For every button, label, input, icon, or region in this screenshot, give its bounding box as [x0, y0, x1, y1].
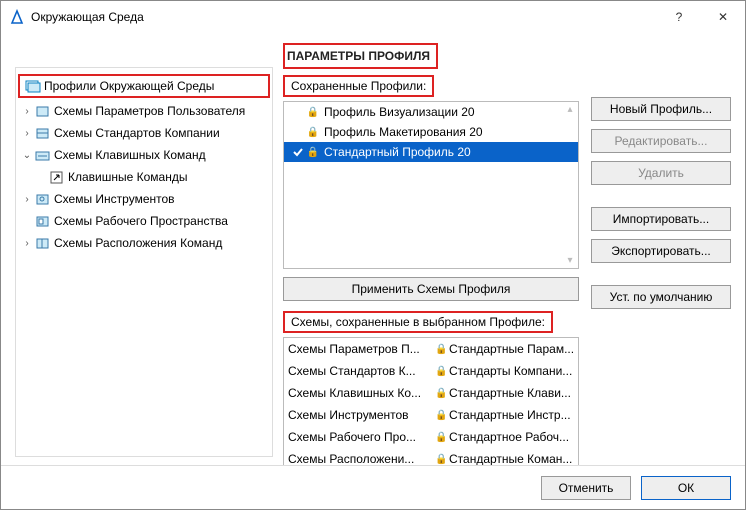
tree-header-profiles[interactable]: Профили Окружающей Среды — [18, 74, 270, 98]
profile-label: Стандартный Профиль 20 — [320, 145, 471, 159]
tree-item-label: Схемы Расположения Команд — [52, 236, 222, 250]
edit-profile-button: Редактировать... — [591, 129, 731, 153]
saved-profiles-list[interactable]: 🔒Профиль Визуализации 20🔒Профиль Макетир… — [283, 101, 579, 269]
tree-item-label: Схемы Рабочего Пространства — [52, 214, 228, 228]
scheme-category[interactable]: Схемы Клавишных Ко... — [284, 382, 431, 404]
saved-profiles-label: Сохраненные Профили: — [283, 75, 434, 97]
tree-item[interactable]: › Схемы Параметров Пользователя — [16, 100, 272, 122]
profile-action-buttons: Новый Профиль... Редактировать... Удалит… — [591, 75, 731, 465]
profile-label: Профиль Визуализации 20 — [320, 105, 475, 119]
set-default-button[interactable]: Уст. по умолчанию — [591, 285, 731, 309]
lock-icon: 🔒 — [435, 366, 447, 377]
section-title: ПАРАМЕТРЫ ПРОФИЛЯ — [283, 43, 438, 69]
lock-icon: 🔒 — [306, 147, 320, 158]
scrollbar[interactable]: ▴▾ — [564, 104, 576, 266]
workspace-icon — [34, 213, 52, 229]
tree-item-label: Схемы Параметров Пользователя — [52, 104, 245, 118]
lock-icon: 🔒 — [306, 107, 320, 118]
expand-toggle[interactable]: ⌄ — [20, 150, 34, 161]
lock-icon: 🔒 — [435, 432, 447, 443]
scheme-value[interactable]: 🔒Стандартные Клави... — [431, 382, 578, 404]
tree-item[interactable]: › Схемы Расположения Команд — [16, 232, 272, 254]
app-icon — [9, 9, 25, 25]
scheme-value[interactable]: 🔒Стандартное Рабоч... — [431, 426, 578, 448]
scheme-value[interactable]: 🔒Стандартные Коман... — [431, 448, 578, 465]
tree-header-label: Профили Окружающей Среды — [42, 79, 214, 93]
scheme-value[interactable]: 🔒Стандартные Инстр... — [431, 404, 578, 426]
expand-toggle[interactable]: › — [20, 128, 34, 139]
new-profile-button[interactable]: Новый Профиль... — [591, 97, 731, 121]
lock-icon: 🔒 — [306, 127, 320, 138]
expand-toggle[interactable]: › — [20, 106, 34, 117]
tree-item[interactable]: Схемы Рабочего Пространства — [16, 210, 272, 232]
schemes-list[interactable]: Схемы Параметров П...🔒Стандартные Парам.… — [283, 337, 579, 465]
tree-item-label: Схемы Инструментов — [52, 192, 175, 206]
layout-icon — [34, 235, 52, 251]
scheme-category[interactable]: Схемы Рабочего Про... — [284, 426, 431, 448]
tree-item[interactable]: › Схемы Инструментов — [16, 188, 272, 210]
import-profile-button[interactable]: Импортировать... — [591, 207, 731, 231]
scheme-category[interactable]: Схемы Расположени... — [284, 448, 431, 465]
profile-label: Профиль Макетирования 20 — [320, 125, 483, 139]
tree-item-label: Клавишные Команды — [66, 170, 187, 184]
keyboard-icon — [34, 147, 52, 163]
apply-schemes-button[interactable]: Применить Схемы Профиля — [283, 277, 579, 301]
dialog-window: Окружающая Среда ? ✕ Профили Окружающей … — [0, 0, 746, 510]
tree-item-label: Схемы Стандартов Компании — [52, 126, 220, 140]
tree-item[interactable]: ⌄ Схемы Клавишных Команд — [16, 144, 272, 166]
export-profile-button[interactable]: Экспортировать... — [591, 239, 731, 263]
scheme-category[interactable]: Схемы Инструментов — [284, 404, 431, 426]
window-title: Окружающая Среда — [31, 10, 657, 24]
close-button[interactable]: ✕ — [701, 1, 745, 33]
check-icon — [290, 146, 306, 158]
shortcut-icon — [48, 169, 66, 185]
cancel-button[interactable]: Отменить — [541, 476, 631, 500]
scheme-value[interactable]: 🔒Стандарты Компани... — [431, 360, 578, 382]
scheme-category[interactable]: Схемы Стандартов К... — [284, 360, 431, 382]
tree-item[interactable]: › Схемы Стандартов Компании — [16, 122, 272, 144]
scheme-category[interactable]: Схемы Параметров П... — [284, 338, 431, 360]
tree-item-label: Схемы Клавишных Команд — [52, 148, 206, 162]
profile-row[interactable]: 🔒Профиль Визуализации 20 — [284, 102, 578, 122]
expand-toggle[interactable]: › — [20, 194, 34, 205]
dialog-footer: Отменить ОК — [1, 465, 745, 509]
tree-item[interactable]: Клавишные Команды — [16, 166, 272, 188]
scheme-value[interactable]: 🔒Стандартные Парам... — [431, 338, 578, 360]
lock-icon: 🔒 — [435, 388, 447, 399]
tools-icon — [34, 191, 52, 207]
profile-row[interactable]: 🔒Профиль Макетирования 20 — [284, 122, 578, 142]
company-icon — [34, 125, 52, 141]
lock-icon: 🔒 — [435, 410, 447, 421]
dialog-body: Профили Окружающей Среды › Схемы Параметр… — [1, 33, 745, 465]
schemes-in-profile-label: Схемы, сохраненные в выбранном Профиле: — [283, 311, 553, 333]
main-panel: ПАРАМЕТРЫ ПРОФИЛЯ Сохраненные Профили: 🔒… — [283, 43, 731, 465]
expand-toggle[interactable]: › — [20, 238, 34, 249]
profile-env-icon — [24, 78, 42, 94]
lock-icon: 🔒 — [435, 454, 447, 465]
sidebar-tree[interactable]: Профили Окружающей Среды › Схемы Параметр… — [15, 67, 273, 457]
profile-row[interactable]: 🔒Стандартный Профиль 20 — [284, 142, 578, 162]
titlebar: Окружающая Среда ? ✕ — [1, 1, 745, 33]
lock-icon: 🔒 — [435, 344, 447, 355]
delete-profile-button: Удалить — [591, 161, 731, 185]
help-button[interactable]: ? — [657, 1, 701, 33]
user-icon — [34, 103, 52, 119]
ok-button[interactable]: ОК — [641, 476, 731, 500]
